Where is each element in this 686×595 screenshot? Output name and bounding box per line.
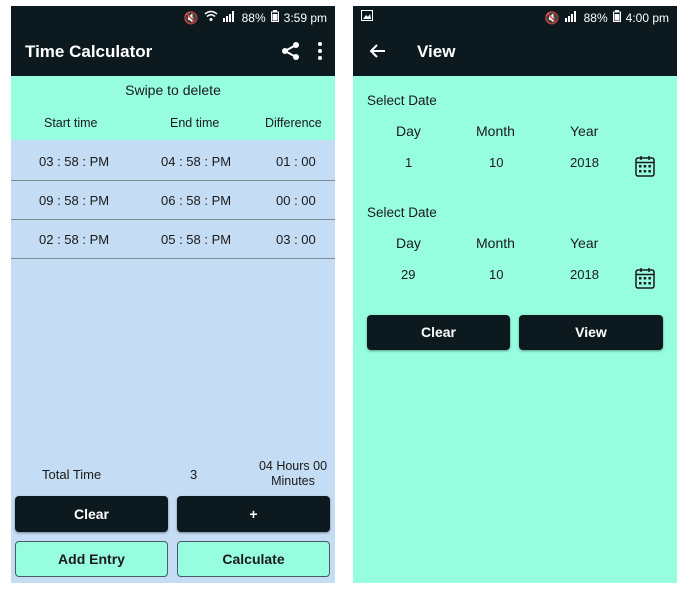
total-time-line2: Minutes — [271, 474, 315, 488]
end-time-cell: 05 : 58 : PM — [161, 232, 232, 247]
time-calculator-screen: 🔇 88% 3:59 pm Time Calculator Swipe to d… — [11, 6, 335, 583]
day-header: Day — [396, 235, 421, 251]
calendar-icon[interactable] — [635, 155, 655, 182]
start-time-cell: 02 : 58 : PM — [39, 232, 110, 247]
clear-button[interactable]: Clear — [15, 496, 168, 532]
month-value[interactable]: 10 — [489, 267, 503, 282]
signal-icon — [564, 10, 579, 25]
battery-percent: 88% — [583, 10, 608, 25]
app-title: Time Calculator — [25, 42, 153, 61]
calculate-button[interactable]: Calculate — [177, 541, 330, 577]
status-bar: 🔇 88% 3:59 pm — [11, 6, 335, 28]
table-row[interactable]: 09 : 58 : PM 06 : 58 : PM 00 : 00 — [11, 181, 335, 220]
day-value[interactable]: 29 — [401, 267, 415, 282]
entry-count: 3 — [190, 467, 198, 482]
view-screen: 🔇 88% 4:00 pm View Select Date Day Month… — [353, 6, 677, 583]
wifi-icon — [204, 10, 218, 25]
total-time-line1: 04 Hours 00 — [258, 459, 328, 473]
year-header: Year — [570, 235, 599, 251]
back-arrow-icon[interactable] — [369, 42, 387, 65]
month-value[interactable]: 10 — [489, 155, 503, 170]
view-button[interactable]: View — [519, 315, 663, 350]
day-header: Day — [396, 123, 421, 139]
swipe-hint: Swipe to delete — [125, 82, 221, 98]
clear-button[interactable]: Clear — [367, 315, 510, 350]
status-bar: 🔇 88% 4:00 pm — [353, 6, 677, 28]
day-value[interactable]: 1 — [405, 155, 412, 170]
year-value[interactable]: 2018 — [570, 267, 599, 282]
mute-icon: 🔇 — [183, 10, 199, 25]
select-date-label: Select Date — [367, 205, 437, 220]
year-value[interactable]: 2018 — [570, 155, 599, 170]
difference-cell: 03 : 00 — [276, 232, 316, 247]
more-options-icon[interactable] — [317, 41, 323, 66]
difference-cell: 01 : 00 — [276, 154, 316, 169]
year-header: Year — [570, 123, 599, 139]
end-time-cell: 06 : 58 : PM — [161, 193, 232, 208]
header-start-time: Start time — [44, 116, 98, 130]
start-time-cell: 09 : 58 : PM — [39, 193, 110, 208]
status-time: 4:00 pm — [625, 10, 669, 25]
gallery-notification-icon — [361, 10, 373, 24]
list-header-panel: Swipe to delete Start time End time Diff… — [11, 76, 335, 140]
app-bar: View — [353, 28, 677, 76]
start-time-cell: 03 : 58 : PM — [39, 154, 110, 169]
status-time: 3:59 pm — [283, 10, 327, 25]
table-row[interactable]: 02 : 58 : PM 05 : 58 : PM 03 : 00 — [11, 220, 335, 259]
select-date-label: Select Date — [367, 93, 437, 108]
table-row[interactable]: 03 : 58 : PM 04 : 58 : PM 01 : 00 — [11, 142, 335, 181]
signal-icon — [222, 10, 237, 25]
mute-icon: 🔇 — [544, 10, 560, 25]
app-bar: Time Calculator — [11, 28, 335, 76]
battery-icon — [612, 10, 621, 25]
header-end-time: End time — [170, 116, 220, 130]
battery-percent: 88% — [241, 10, 266, 25]
month-header: Month — [476, 235, 515, 251]
difference-cell: 00 : 00 — [276, 193, 316, 208]
page-title: View — [417, 42, 456, 61]
calendar-icon[interactable] — [635, 267, 655, 294]
month-header: Month — [476, 123, 515, 139]
header-difference: Difference — [265, 116, 322, 130]
end-time-cell: 04 : 58 : PM — [161, 154, 232, 169]
add-row-button[interactable]: + — [177, 496, 330, 532]
total-time-label: Total Time — [42, 467, 102, 482]
total-time-value: 04 Hours 00 Minutes — [251, 459, 335, 489]
share-icon[interactable] — [281, 41, 301, 66]
add-entry-button[interactable]: Add Entry — [15, 541, 168, 577]
battery-icon — [270, 10, 279, 25]
